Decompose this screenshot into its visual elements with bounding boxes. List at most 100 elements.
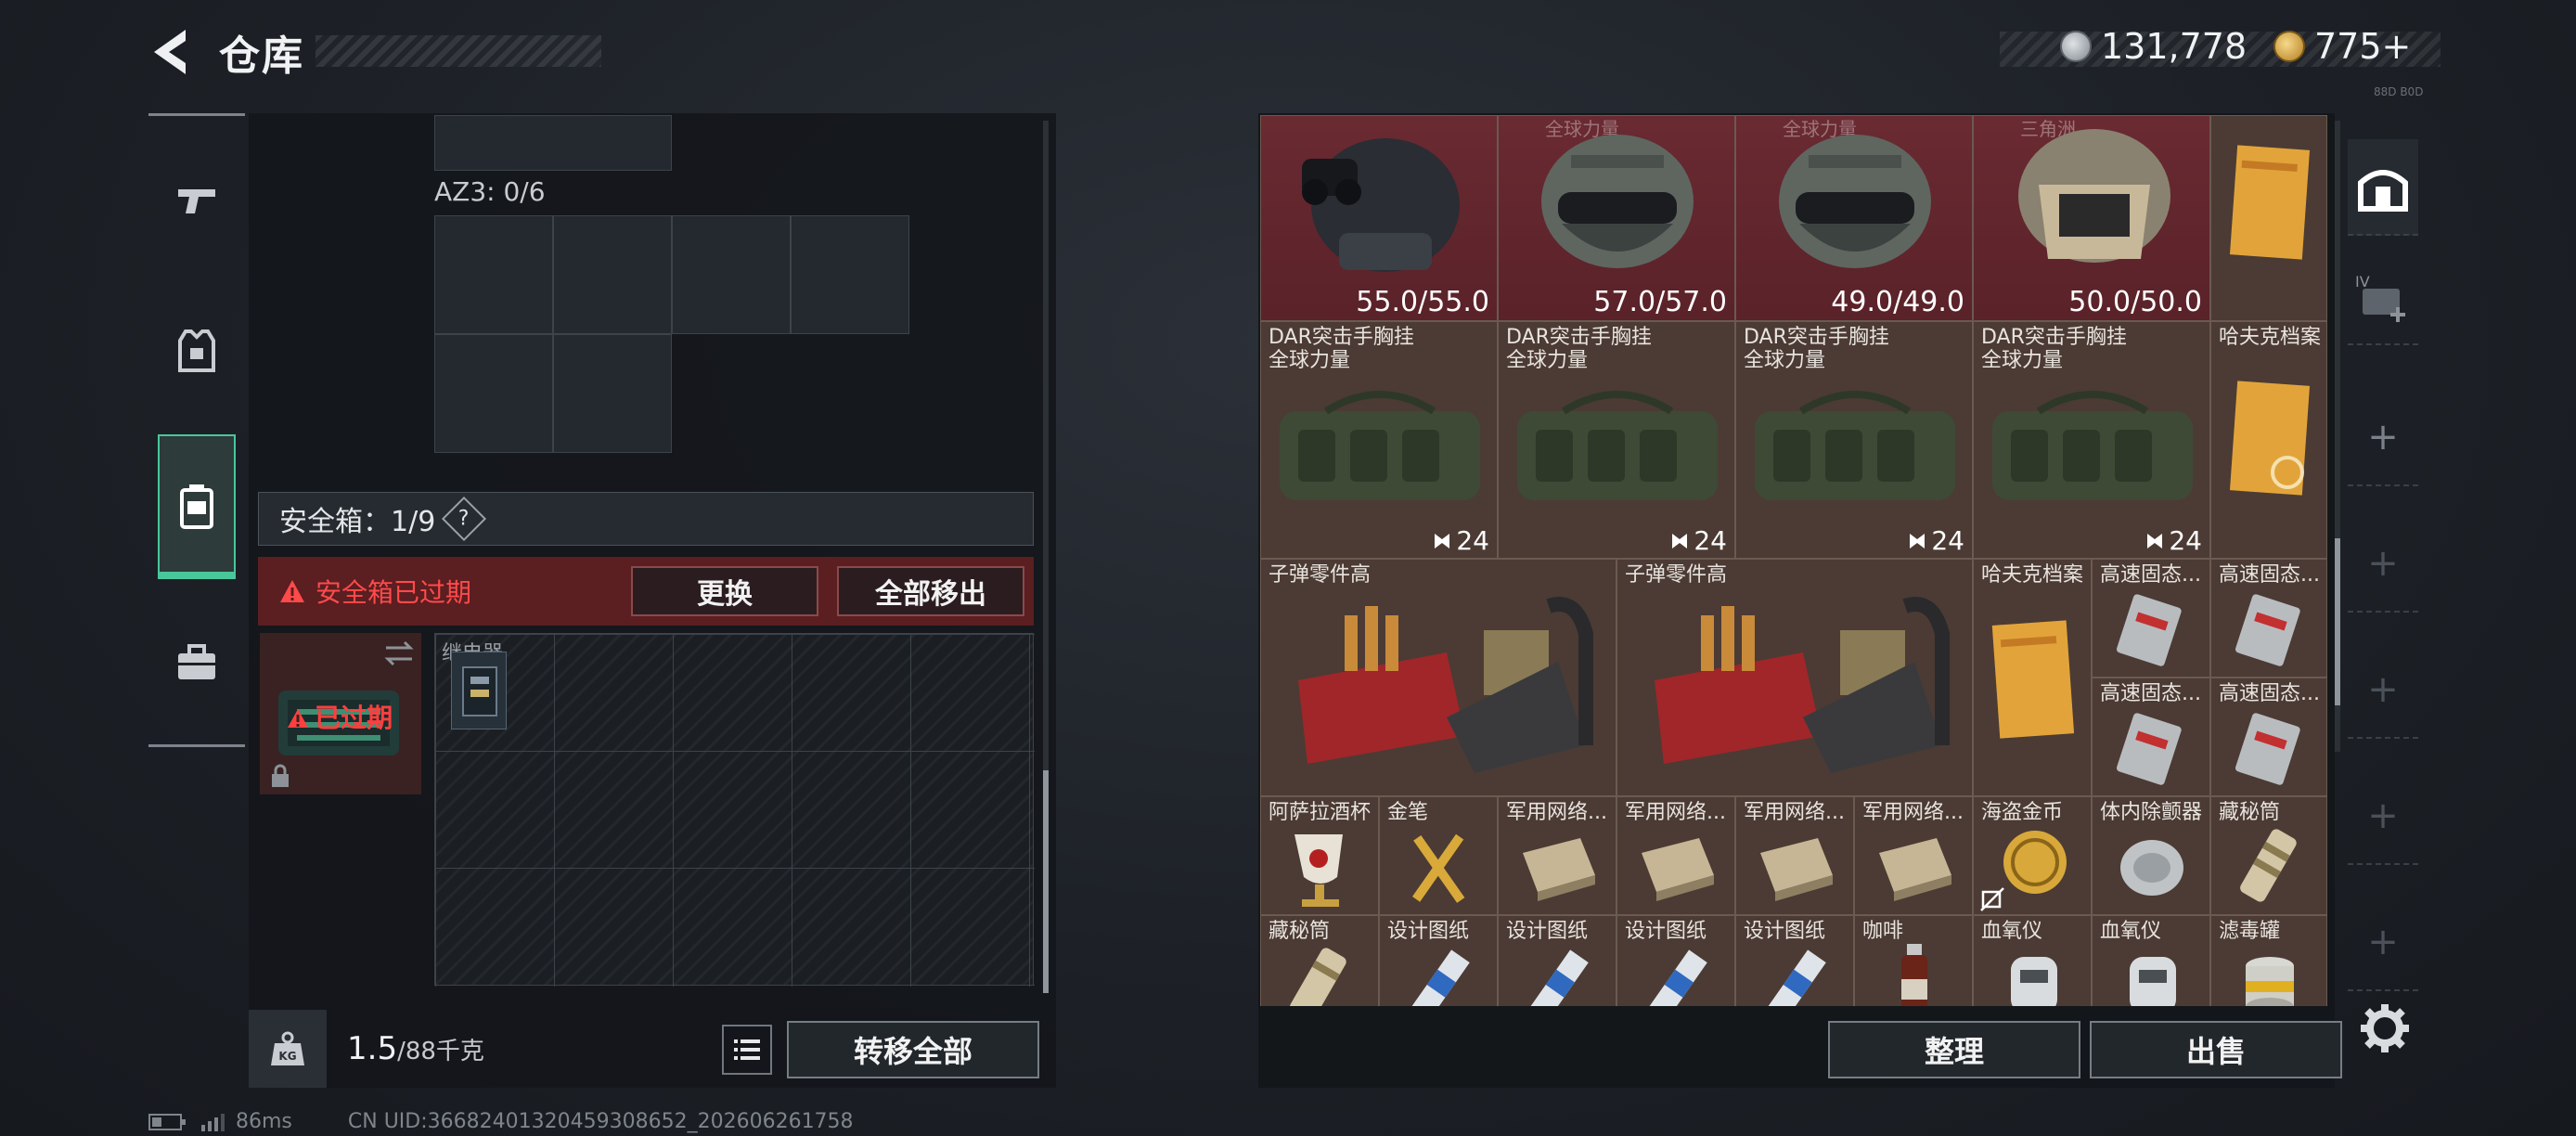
blueprint-image bbox=[1765, 949, 1826, 1006]
az3-slot[interactable] bbox=[434, 334, 553, 453]
remove-all-button[interactable]: 全部移出 bbox=[837, 566, 1024, 616]
stash-tab-add[interactable]: + bbox=[2348, 516, 2418, 613]
gold-coin-item-image bbox=[2003, 831, 2067, 894]
title-stripe-decoration bbox=[316, 35, 601, 67]
stash-item-chest-rig[interactable]: DAR突击手胸挂 全球力量 24 bbox=[1735, 321, 1973, 559]
stash-tab-add[interactable]: + bbox=[2348, 642, 2418, 739]
tab-weapons[interactable] bbox=[158, 154, 236, 247]
coffee-bottle-image bbox=[1901, 944, 1927, 1006]
network-device-image bbox=[1879, 838, 1951, 901]
stash-item-ssd[interactable]: 高速固态... bbox=[2210, 559, 2327, 678]
az3-slot[interactable] bbox=[553, 334, 672, 453]
tab-armor[interactable] bbox=[158, 304, 236, 397]
item-name: 军用网络... bbox=[1625, 801, 1726, 824]
item-count: 24 bbox=[1669, 525, 1727, 556]
stash-tab-add[interactable]: + bbox=[2348, 768, 2418, 865]
help-icon[interactable]: ? bbox=[442, 496, 487, 542]
stash-item-chest-rig[interactable]: DAR突击手胸挂 全球力量 24 bbox=[1498, 321, 1735, 559]
stash-item[interactable]: 设计图纸 bbox=[1735, 915, 1854, 1006]
stash-tab-main[interactable] bbox=[2348, 139, 2418, 236]
stash-tab-add[interactable]: + bbox=[2348, 390, 2418, 486]
stash-item[interactable]: 咖啡 bbox=[1854, 915, 1973, 1006]
back-button[interactable] bbox=[148, 26, 195, 78]
list-view-button[interactable] bbox=[722, 1025, 772, 1075]
oximeter-image bbox=[2130, 957, 2176, 1006]
gold-currency[interactable]: 775+ bbox=[2273, 26, 2411, 67]
stash-item-helmet[interactable]: 三角洲 50.0/50.0 bbox=[1973, 115, 2210, 321]
helmet-nvg-image bbox=[1302, 138, 1460, 272]
help-glyph: ? bbox=[458, 507, 470, 531]
stash-item-ssd[interactable]: 高速固态... bbox=[2210, 678, 2327, 796]
swap-icon[interactable] bbox=[382, 640, 416, 666]
back-arrow-icon bbox=[154, 30, 186, 74]
az3-slot[interactable] bbox=[553, 215, 672, 334]
relay-icon bbox=[462, 666, 497, 716]
stash-item[interactable]: 阿萨拉酒杯 bbox=[1260, 796, 1379, 915]
stash-scrollbar-thumb[interactable] bbox=[2335, 538, 2340, 705]
rig-slot-partial[interactable] bbox=[434, 115, 672, 171]
stash-item[interactable]: 海盗金币 bbox=[1973, 796, 2092, 915]
stash-item[interactable]: 滤毒罐 bbox=[2210, 915, 2327, 1006]
stash-item-file[interactable]: 哈夫克档案 bbox=[2210, 321, 2327, 559]
silver-currency[interactable]: 131,778 bbox=[2060, 26, 2247, 67]
item-count-value: 24 bbox=[2169, 525, 2202, 556]
silver-coin-icon bbox=[2060, 31, 2092, 62]
plus-icon: + bbox=[2367, 668, 2399, 711]
loadout-scrollbar-thumb[interactable] bbox=[1043, 770, 1049, 993]
item-name: 藏秘筒 bbox=[2219, 801, 2281, 824]
stash-item[interactable]: 藏秘筒 bbox=[1260, 915, 1379, 1006]
stash-item-ssd[interactable]: 高速固态... bbox=[2092, 559, 2210, 678]
stash-item[interactable]: 设计图纸 bbox=[1616, 915, 1735, 1006]
stash-item[interactable]: 设计图纸 bbox=[1379, 915, 1498, 1006]
stash-item-helmet[interactable]: 全球力量 49.0/49.0 bbox=[1735, 115, 1973, 321]
stash-item-ammo-parts[interactable]: 子弹零件高 bbox=[1616, 559, 1973, 796]
cryptex-image bbox=[1290, 948, 1346, 1006]
stash-tab-expand[interactable]: IV bbox=[2348, 249, 2418, 345]
stash-tab-add[interactable]: + bbox=[2348, 895, 2418, 991]
rig-bag-image bbox=[1755, 391, 1955, 500]
stash-item-file[interactable]: 哈夫克档案 bbox=[1973, 559, 2092, 796]
oximeter-image bbox=[2011, 957, 2057, 1006]
transfer-all-button[interactable]: 转移全部 bbox=[787, 1021, 1039, 1078]
stash-item-file[interactable] bbox=[2210, 115, 2327, 321]
item-count-value: 24 bbox=[1456, 525, 1489, 556]
tab-safe-case[interactable] bbox=[158, 434, 236, 579]
sell-button[interactable]: 出售 bbox=[2090, 1021, 2342, 1078]
safe-box-grid[interactable] bbox=[434, 633, 1035, 987]
ssd-image bbox=[2117, 594, 2182, 666]
stash-item[interactable]: 血氧仪 bbox=[1973, 915, 2092, 1006]
stash-item[interactable]: 设计图纸 bbox=[1498, 915, 1616, 1006]
ssd-image bbox=[2235, 594, 2300, 666]
az3-slot[interactable] bbox=[434, 215, 553, 334]
stash-item[interactable]: 军用网络... bbox=[1498, 796, 1616, 915]
tab-briefcase[interactable] bbox=[158, 616, 236, 709]
stash-item-ssd[interactable]: 高速固态... bbox=[2092, 678, 2210, 796]
stash-item[interactable]: 军用网络... bbox=[1616, 796, 1735, 915]
ssd-image bbox=[2117, 713, 2182, 785]
stash-item[interactable]: 金笔 bbox=[1379, 796, 1498, 915]
file-image bbox=[2229, 145, 2311, 260]
blueprint-image bbox=[1409, 949, 1470, 1006]
stash-grid[interactable]: 55.0/55.0 全球力量 57.0/57.0 全球力量 49.0/49.0 … bbox=[1260, 115, 2327, 1006]
stash-item[interactable]: 军用网络... bbox=[1735, 796, 1854, 915]
stash-item-ammo-parts[interactable]: 子弹零件高 bbox=[1260, 559, 1616, 796]
gear-icon[interactable] bbox=[2357, 1000, 2413, 1056]
relay-item[interactable] bbox=[451, 652, 507, 729]
replace-button[interactable]: 更换 bbox=[631, 566, 818, 616]
stash-item[interactable]: 体内除颤器 bbox=[2092, 796, 2210, 915]
stash-item[interactable]: 军用网络... bbox=[1854, 796, 1973, 915]
az3-slot[interactable] bbox=[791, 215, 909, 334]
stash-item-helmet[interactable]: 55.0/55.0 bbox=[1260, 115, 1498, 321]
stash-item-chest-rig[interactable]: DAR突击手胸挂 全球力量 24 bbox=[1260, 321, 1498, 559]
stash-item[interactable]: 血氧仪 bbox=[2092, 915, 2210, 1006]
ammo-parts-image bbox=[1298, 597, 1593, 773]
stash-item-chest-rig[interactable]: DAR突击手胸挂 全球力量 24 bbox=[1973, 321, 2210, 559]
item-name: 设计图纸 bbox=[1506, 920, 1589, 943]
stash-item[interactable]: 藏秘筒 bbox=[2210, 796, 2327, 915]
az3-slot[interactable] bbox=[672, 215, 791, 334]
sort-button[interactable]: 整理 bbox=[1828, 1021, 2080, 1078]
no-trade-icon bbox=[1980, 887, 2004, 911]
stash-item-helmet[interactable]: 全球力量 57.0/57.0 bbox=[1498, 115, 1735, 321]
item-name: 设计图纸 bbox=[1744, 920, 1826, 943]
helmet-durability: 57.0/57.0 bbox=[1593, 286, 1727, 318]
